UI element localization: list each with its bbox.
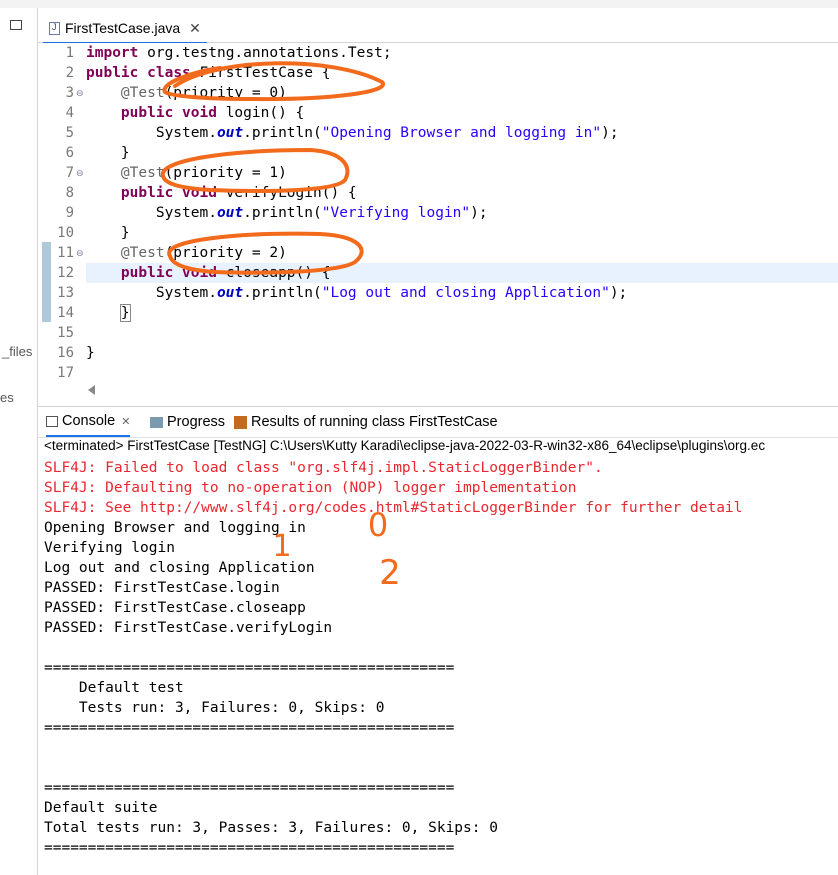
fold-icon[interactable]: ⊖: [76, 169, 84, 179]
fold-icon[interactable]: ⊖: [76, 249, 84, 259]
console-line: ========================================…: [44, 780, 455, 796]
code-line: public void login() {: [120, 105, 305, 121]
progress-icon: [150, 416, 163, 428]
code-line: }: [86, 345, 95, 361]
code-line: public class FirstTestCase {: [86, 65, 331, 81]
line-number: 10: [57, 225, 74, 241]
tab-label: Progress: [167, 414, 226, 430]
package-explorer-strip: _files es: [0, 8, 38, 875]
console-line: PASSED: FirstTestCase.verifyLogin: [44, 620, 333, 636]
horizontal-scrollbar[interactable]: [80, 381, 838, 399]
code-line: import org.testng.annotations.Test;: [86, 45, 392, 61]
console-line: Total tests run: 3, Passes: 3, Failures:…: [44, 820, 498, 836]
console-line: Verifying login: [44, 540, 175, 556]
line-number: 2: [65, 65, 74, 81]
line-number: 3: [65, 85, 74, 101]
tab-label: Console: [62, 413, 116, 429]
code-line: }: [119, 304, 131, 322]
code-line: @Test(priority = 1): [120, 165, 287, 181]
tab-console[interactable]: Console ✕: [46, 407, 131, 437]
maximize-icon[interactable]: [10, 20, 22, 30]
editor-tab-bar: FirstTestCase.java ✕: [38, 10, 838, 44]
fold-icon[interactable]: ⊖: [76, 89, 84, 99]
console-line: Opening Browser and logging in: [44, 520, 306, 536]
testng-icon: [234, 415, 247, 429]
console-line: ========================================…: [44, 660, 455, 676]
line-number: 1: [65, 45, 74, 61]
line-number: 6: [65, 145, 74, 161]
code-line: }: [120, 145, 130, 161]
code-line: }: [120, 225, 130, 241]
line-number: 7: [65, 165, 74, 181]
console-line: SLF4J: Failed to load class "org.slf4j.i…: [44, 460, 603, 476]
line-number: 13: [57, 285, 74, 301]
console-line: Default test: [44, 680, 184, 696]
line-number: 17: [57, 365, 74, 381]
console-line: Tests run: 3, Failures: 0, Skips: 0: [44, 700, 385, 716]
line-number: 5: [65, 125, 74, 141]
line-number: 16: [57, 345, 74, 361]
explorer-item-label[interactable]: _files: [2, 344, 32, 359]
tab-progress[interactable]: Progress: [150, 407, 225, 437]
java-file-icon: [49, 21, 60, 35]
code-line: System.out.println("Opening Browser and …: [155, 125, 619, 141]
console-line: PASSED: FirstTestCase.login: [44, 580, 280, 596]
console-output[interactable]: SLF4J: Failed to load class "org.slf4j.i…: [44, 458, 838, 875]
close-icon[interactable]: ✕: [121, 415, 130, 428]
code-line: public void verifyLogin() {: [120, 185, 357, 201]
explorer-item-label[interactable]: es: [0, 390, 14, 405]
code-line: System.out.println("Log out and closing …: [155, 285, 628, 301]
line-number: 11: [57, 245, 74, 261]
line-number: 9: [65, 205, 74, 221]
console-icon: [46, 415, 58, 427]
console-status-line: <terminated> FirstTestCase [TestNG] C:\U…: [44, 438, 766, 453]
line-number: 4: [65, 105, 74, 121]
tab-label: Results of running class FirstTestCase: [251, 414, 498, 430]
code-editor[interactable]: 1 2 3 4 5 6 7 8 9 10 11 12 13 14 15 16 1…: [38, 43, 838, 381]
tab-first-test-case[interactable]: FirstTestCase.java ✕: [43, 14, 207, 44]
tab-label: FirstTestCase.java: [65, 20, 181, 36]
console-line: ========================================…: [44, 840, 455, 856]
code-line: System.out.println("Verifying login");: [155, 205, 488, 221]
console-tab-bar: Console ✕ Progress Results of running cl…: [38, 406, 838, 438]
tab-results[interactable]: Results of running class FirstTestCase: [234, 407, 498, 437]
console-line: Default suite: [44, 800, 158, 816]
line-number: 14: [57, 305, 74, 321]
console-line: SLF4J: Defaulting to no-operation (NOP) …: [44, 480, 577, 496]
line-number: 15: [57, 325, 74, 341]
console-line: ========================================…: [44, 720, 455, 736]
code-line: public void closeapp() {: [120, 265, 331, 281]
code-line: @Test(priority = 2): [120, 245, 287, 261]
console-line: SLF4J: See http://www.slf4j.org/codes.ht…: [44, 500, 743, 516]
code-line: @Test(priority = 0): [120, 85, 287, 101]
line-number: 12: [57, 265, 74, 281]
main-toolbar: [0, 0, 838, 8]
scroll-left-icon[interactable]: [88, 385, 95, 395]
console-line: PASSED: FirstTestCase.closeapp: [44, 600, 306, 616]
console-line: Log out and closing Application: [44, 560, 315, 576]
close-icon[interactable]: ✕: [189, 20, 201, 37]
line-number: 8: [65, 185, 74, 201]
